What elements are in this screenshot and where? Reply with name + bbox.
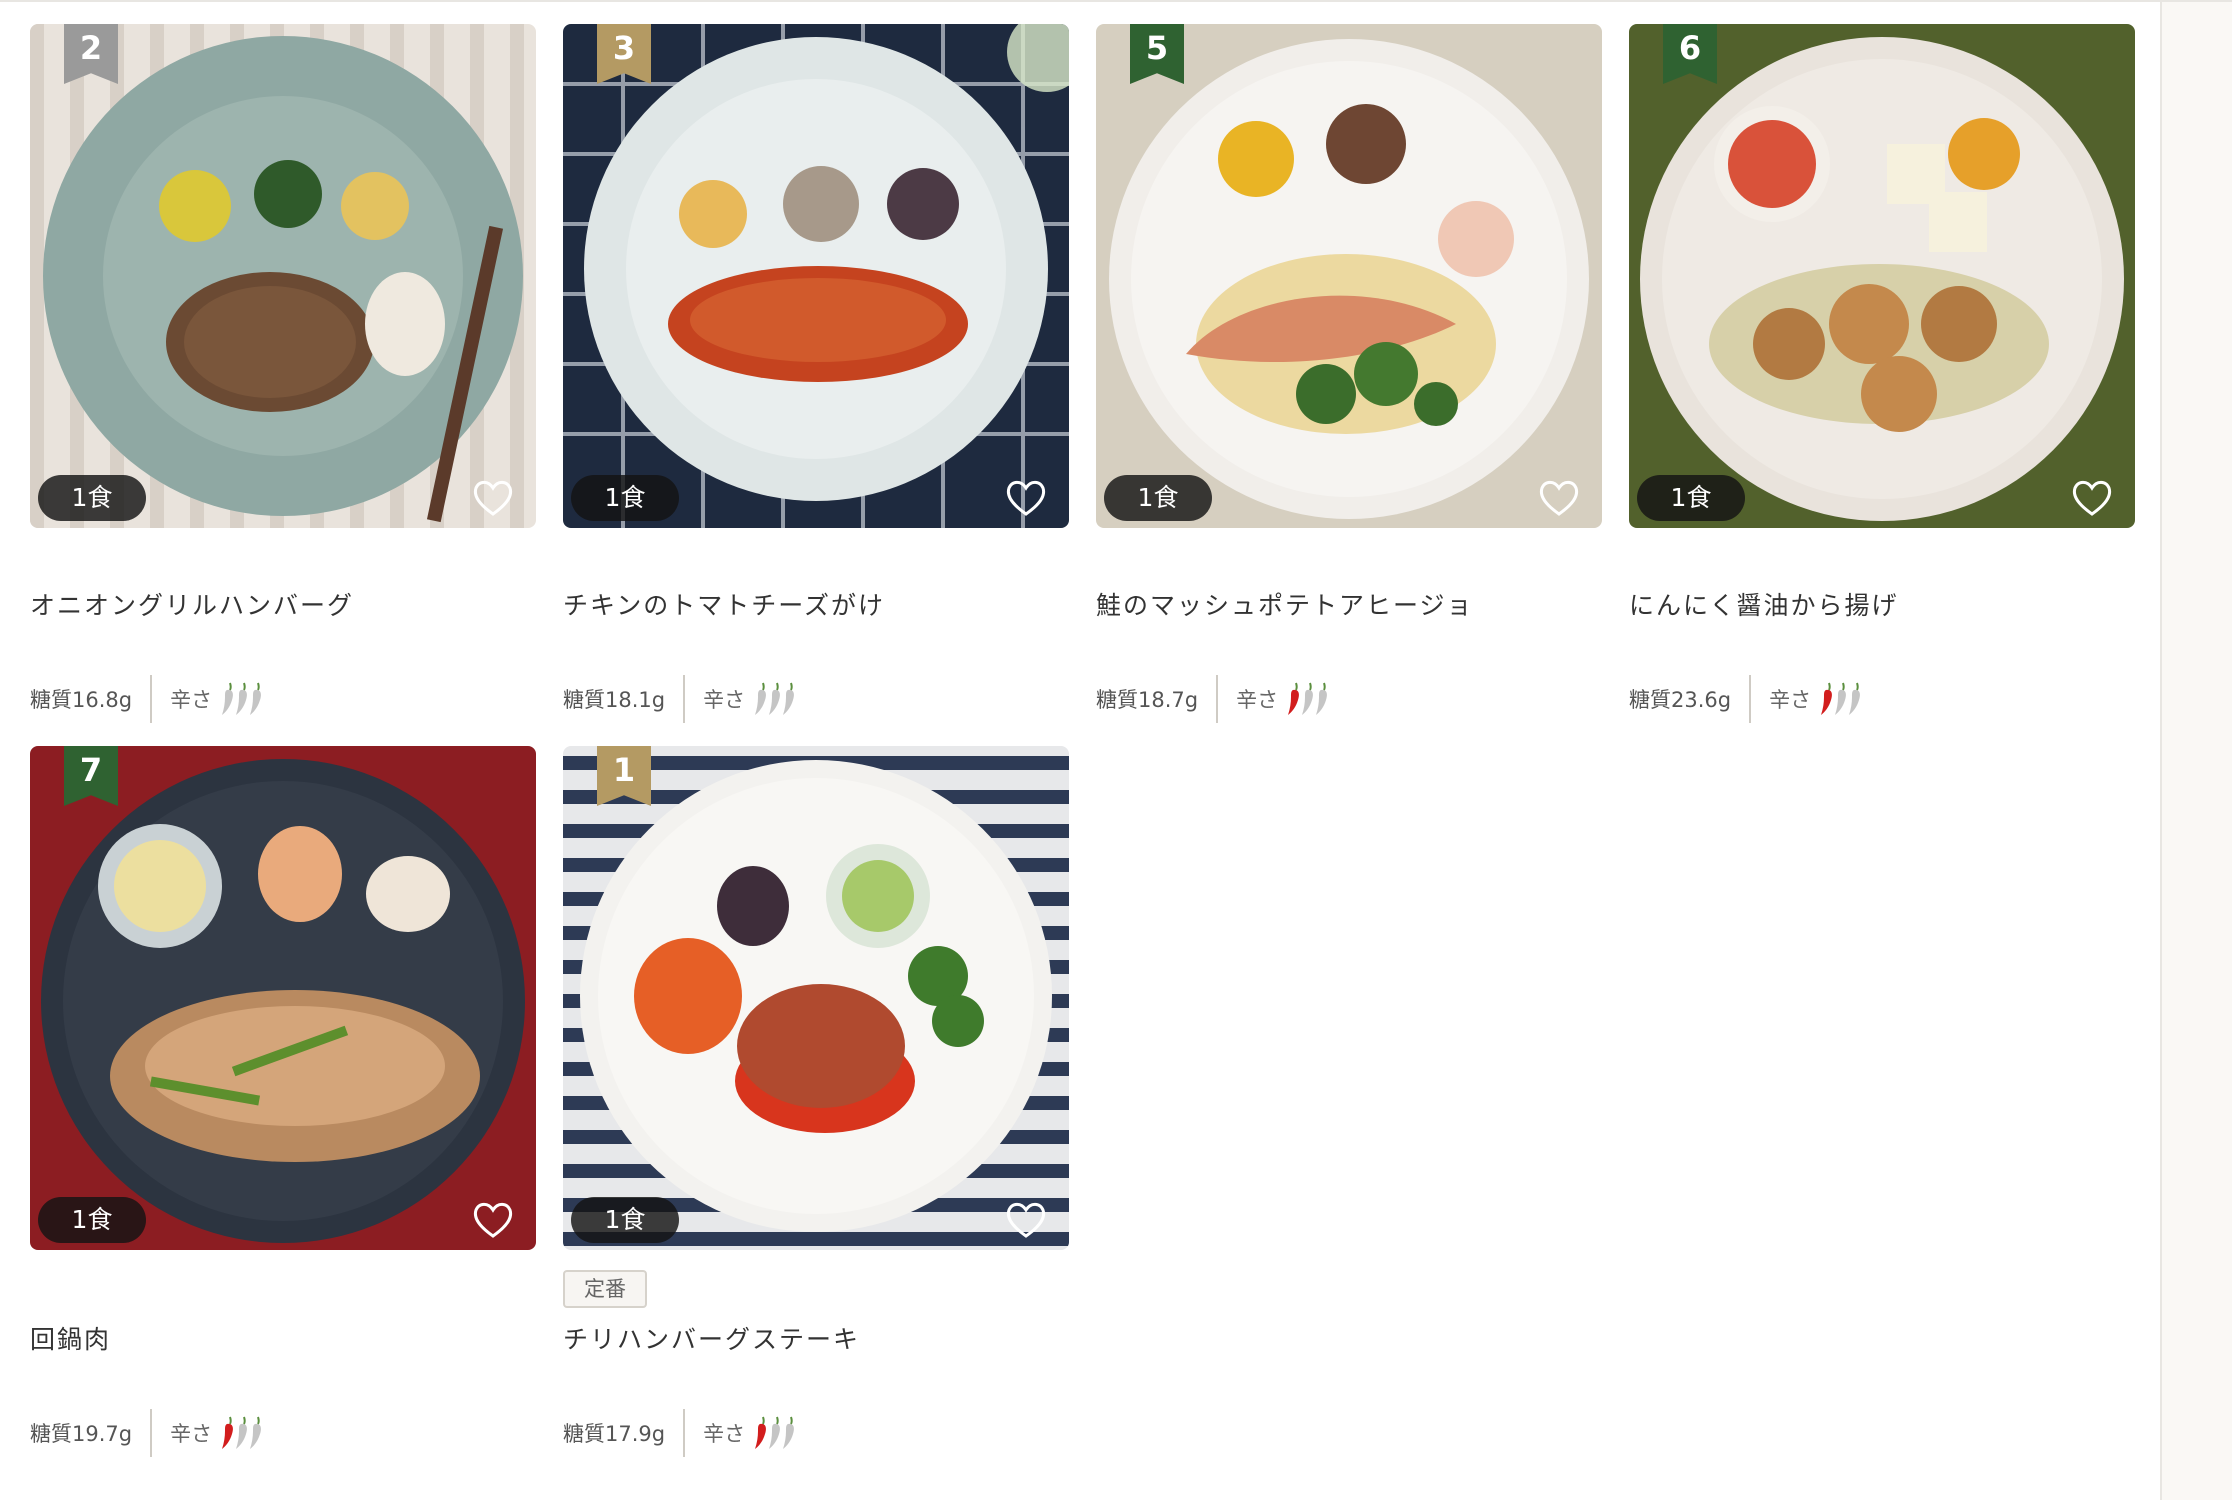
spice-rating bbox=[220, 682, 262, 716]
product-meta: 糖質17.9g 辛さ bbox=[563, 1408, 795, 1458]
standard-tag: 定番 bbox=[563, 1270, 647, 1308]
product-name[interactable]: 鮭のマッシュポテトアヒージョ bbox=[1096, 586, 1474, 622]
serving-count-badge: 1食 bbox=[1104, 475, 1212, 521]
spice-label: 辛さ bbox=[1769, 688, 1812, 712]
chili-pepper-icon bbox=[783, 1416, 795, 1449]
menu-grid-page: 2 1食 オニオングリルハンバーグ 糖質16.8g 辛さ 3 1食 チキンのトマ… bbox=[0, 0, 2232, 1500]
heart-outline-icon[interactable] bbox=[1538, 478, 1580, 518]
spice-label: 辛さ bbox=[1236, 688, 1279, 712]
product-photo[interactable]: 3 1食 bbox=[563, 24, 1069, 528]
chili-pepper-icon bbox=[783, 682, 795, 715]
dish-photo-hoikoro bbox=[30, 746, 536, 1250]
chili-pepper-icon bbox=[1849, 682, 1861, 715]
serving-count-badge: 1食 bbox=[38, 1197, 146, 1243]
product-name[interactable]: 回鍋肉 bbox=[30, 1320, 111, 1356]
product-meta: 糖質18.1g 辛さ bbox=[563, 674, 795, 724]
spice-label: 辛さ bbox=[703, 1422, 746, 1446]
spice-label: 辛さ bbox=[170, 1422, 213, 1446]
product-photo[interactable]: 7 1食 bbox=[30, 746, 536, 1250]
dish-photo-salmon bbox=[1096, 24, 1602, 528]
spice-rating bbox=[753, 682, 795, 716]
product-meta: 糖質19.7g 辛さ bbox=[30, 1408, 262, 1458]
product-meta: 糖質16.8g 辛さ bbox=[30, 674, 262, 724]
serving-count-badge: 1食 bbox=[38, 475, 146, 521]
spice-label: 辛さ bbox=[170, 688, 213, 712]
chili-pepper-icon bbox=[250, 1416, 262, 1449]
spice-rating bbox=[1286, 682, 1328, 716]
spice-rating bbox=[220, 1416, 262, 1450]
carb-amount: 糖質23.6g bbox=[1629, 688, 1732, 712]
heart-outline-icon[interactable] bbox=[1005, 1200, 1047, 1240]
product-name[interactable]: チリハンバーグステーキ bbox=[563, 1320, 860, 1356]
carb-amount: 糖質19.7g bbox=[30, 1422, 133, 1446]
carb-amount: 糖質16.8g bbox=[30, 688, 133, 712]
heart-outline-icon[interactable] bbox=[472, 1200, 514, 1240]
chili-pepper-icon bbox=[250, 682, 262, 715]
chili-pepper-icon bbox=[1316, 682, 1328, 715]
product-name[interactable]: オニオングリルハンバーグ bbox=[30, 586, 354, 622]
product-name[interactable]: にんにく醤油から揚げ bbox=[1629, 586, 1899, 622]
spice-rating bbox=[753, 1416, 795, 1450]
product-photo[interactable]: 5 1食 bbox=[1096, 24, 1602, 528]
carb-amount: 糖質18.7g bbox=[1096, 688, 1199, 712]
product-card[interactable]: 2 1食 オニオングリルハンバーグ 糖質16.8g 辛さ bbox=[30, 24, 536, 723]
serving-count-badge: 1食 bbox=[571, 475, 679, 521]
product-photo[interactable]: 6 1食 bbox=[1629, 24, 2135, 528]
product-photo[interactable]: 1 1食 bbox=[563, 746, 1069, 1250]
spice-rating bbox=[1819, 682, 1861, 716]
product-card[interactable]: 5 1食 鮭のマッシュポテトアヒージョ 糖質18.7g 辛さ bbox=[1096, 24, 1602, 723]
dish-photo-hamburg bbox=[30, 24, 536, 528]
carb-amount: 糖質17.9g bbox=[563, 1422, 666, 1446]
product-meta: 糖質23.6g 辛さ bbox=[1629, 674, 1861, 724]
product-card[interactable]: 3 1食 チキンのトマトチーズがけ 糖質18.1g 辛さ bbox=[563, 24, 1069, 723]
product-card[interactable]: 6 1食 にんにく醤油から揚げ 糖質23.6g 辛さ bbox=[1629, 24, 2135, 723]
heart-outline-icon[interactable] bbox=[2071, 478, 2113, 518]
right-sidebar-edge bbox=[2160, 2, 2232, 1500]
product-meta: 糖質18.7g 辛さ bbox=[1096, 674, 1328, 724]
serving-count-badge: 1食 bbox=[571, 1197, 679, 1243]
dish-photo-karaage bbox=[1629, 24, 2135, 528]
heart-outline-icon[interactable] bbox=[1005, 478, 1047, 518]
carb-amount: 糖質18.1g bbox=[563, 688, 666, 712]
spice-label: 辛さ bbox=[703, 688, 746, 712]
product-photo[interactable]: 2 1食 bbox=[30, 24, 536, 528]
dish-photo-chili-hamburg bbox=[563, 746, 1069, 1250]
product-card[interactable]: 1 1食 定番 チリハンバーグステーキ 糖質17.9g 辛さ bbox=[563, 746, 1069, 1457]
dish-photo-chicken-tomato bbox=[563, 24, 1069, 528]
heart-outline-icon[interactable] bbox=[472, 478, 514, 518]
serving-count-badge: 1食 bbox=[1637, 475, 1745, 521]
product-name[interactable]: チキンのトマトチーズがけ bbox=[563, 586, 885, 622]
product-card[interactable]: 7 1食 回鍋肉 糖質19.7g 辛さ bbox=[30, 746, 536, 1457]
